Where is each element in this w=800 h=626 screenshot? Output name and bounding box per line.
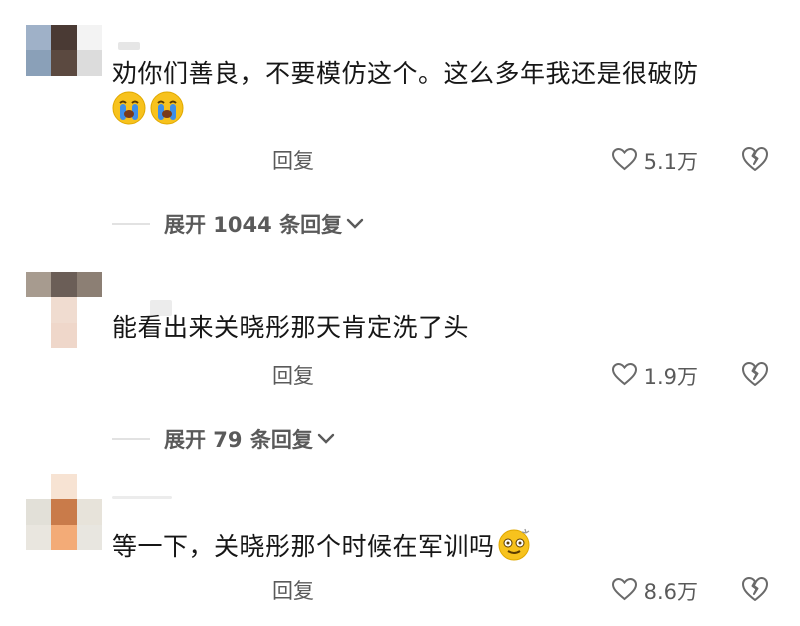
dislike-button[interactable] [740,360,770,390]
expand-replies-label: 展开 1044 条回复 [164,213,343,237]
divider [112,438,150,440]
like-count: 8.6万 [643,580,698,604]
avatar[interactable] [26,474,102,550]
heart-outline-icon [611,362,638,391]
like-button[interactable]: 8.6万 [611,576,698,606]
reply-button[interactable]: 回复 [272,575,314,605]
dislike-button[interactable] [740,145,770,175]
comment-text: 等一下，关晓彤那个时候在军训吗 [112,527,531,564]
reply-button[interactable]: 回复 [272,145,314,175]
username[interactable] [112,496,172,499]
crying-face-icon [150,91,184,125]
expand-replies-button[interactable]: 展开 79 条回复 [112,424,335,454]
broken-heart-icon [740,147,770,177]
heart-outline-icon [611,577,638,606]
comment-text: 能看出来关晓彤那天肯定洗了头 [112,313,470,342]
comment-text: 劝你们善良，不要模仿这个。这么多年我还是很破防 [112,57,699,128]
username[interactable] [118,42,140,50]
crying-face-icon [112,91,146,125]
divider [112,223,150,225]
expand-replies-label: 展开 79 条回复 [164,428,313,452]
dislike-button[interactable] [740,575,770,605]
broken-heart-icon [740,577,770,607]
dizzy-face-icon [497,527,531,561]
heart-outline-icon [611,147,638,176]
like-count: 1.9万 [643,365,698,389]
like-count: 5.1万 [643,150,698,174]
reply-button[interactable]: 回复 [272,360,314,390]
like-button[interactable]: 5.1万 [611,146,698,176]
chevron-down-icon [346,215,364,234]
like-button[interactable]: 1.9万 [611,361,698,391]
avatar[interactable] [26,272,102,348]
expand-replies-button[interactable]: 展开 1044 条回复 [112,209,364,239]
avatar[interactable] [26,25,102,101]
chevron-down-icon [317,430,335,449]
broken-heart-icon [740,362,770,392]
